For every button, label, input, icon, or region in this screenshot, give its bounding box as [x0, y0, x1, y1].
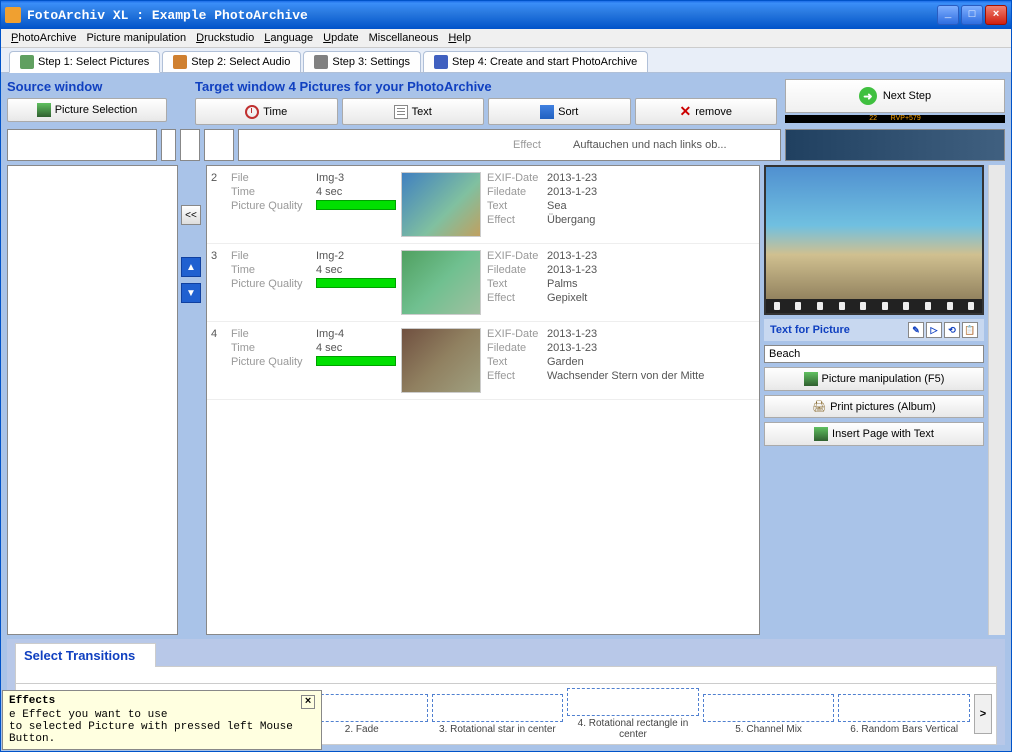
settings-icon [314, 55, 328, 69]
thumbnail [401, 328, 481, 393]
move-down-button[interactable]: ▼ [181, 283, 201, 303]
menu-druckstudio[interactable]: Druckstudio [196, 32, 254, 44]
select-transitions-head: Select Transitions [15, 643, 156, 667]
quality-bar [316, 356, 396, 366]
transition-item[interactable]: 5. Channel Mix [703, 694, 835, 735]
play-icon [434, 55, 448, 69]
picture-icon [804, 372, 818, 386]
spacer [161, 129, 176, 161]
picture-preview [764, 165, 984, 315]
row-partial: EffectAuftauchen und nach links ob... [238, 129, 781, 161]
source-file-list[interactable] [7, 165, 178, 635]
picture-selection-button[interactable]: Picture Selection [7, 98, 167, 122]
step-tabs: Step 1: Select Pictures Step 2: Select A… [1, 48, 1011, 73]
text-button[interactable]: Text [342, 98, 485, 125]
scroll-right-button[interactable]: > [974, 694, 992, 734]
transition-item[interactable]: 3. Rotational star in center [432, 694, 564, 735]
effects-tooltip: Effects× e Effect you want to use to sel… [2, 690, 322, 750]
move-left-button[interactable]: << [181, 205, 201, 225]
text-for-picture-head: Text for Picture [770, 324, 850, 336]
remove-icon: ✕ [680, 103, 692, 120]
thumbnail [401, 250, 481, 315]
app-icon [5, 7, 21, 23]
quality-bar [316, 278, 396, 288]
text-icon [394, 105, 408, 119]
spacer [180, 129, 200, 161]
source-list-top [7, 129, 157, 161]
print-pictures-button[interactable]: 🖨Print pictures (Album) [764, 395, 984, 418]
source-window-head: Source window [7, 79, 187, 94]
menu-help[interactable]: Help [448, 32, 471, 44]
transition-item[interactable]: 6. Random Bars Vertical [838, 694, 970, 735]
menu-photoarchive[interactable]: PhotoArchive [11, 32, 76, 44]
menu-miscellaneous[interactable]: Miscellaneous [369, 32, 439, 44]
spacer [204, 129, 234, 161]
tab-step1[interactable]: Step 1: Select Pictures [9, 51, 160, 73]
target-picture-list[interactable]: 2 FileImg-3 Time4 sec Picture Quality EX… [206, 165, 760, 635]
table-row[interactable]: 3 FileImg-2 Time4 sec Picture Quality EX… [207, 244, 759, 322]
menu-picture-manipulation[interactable]: Picture manipulation [86, 32, 186, 44]
remove-button[interactable]: ✕remove [635, 98, 778, 125]
quality-bar [316, 200, 396, 210]
tool-icon-3[interactable]: ⟲ [944, 322, 960, 338]
maximize-button[interactable]: □ [961, 5, 983, 25]
tab-step2[interactable]: Step 2: Select Audio [162, 51, 301, 72]
menu-update[interactable]: Update [323, 32, 358, 44]
minimize-button[interactable]: _ [937, 5, 959, 25]
menu-bar: PhotoArchive Picture manipulation Drucks… [1, 29, 1011, 48]
vertical-scrollbar[interactable] [988, 165, 1005, 635]
filmstrip-decoration: 22 RVP+579 [785, 115, 1005, 123]
tool-icon-1[interactable]: ✎ [908, 322, 924, 338]
tool-icon-4[interactable]: 📋 [962, 322, 978, 338]
clock-icon [245, 105, 259, 119]
next-step-button[interactable]: ➜Next Step [785, 79, 1005, 113]
tab-step3[interactable]: Step 3: Settings [303, 51, 421, 72]
thumbnail [401, 172, 481, 237]
table-row[interactable]: 4 FileImg-4 Time4 sec Picture Quality EX… [207, 322, 759, 400]
transition-preview-strip [15, 666, 997, 684]
printer-icon: 🖨 [812, 400, 826, 413]
picture-manipulation-button[interactable]: Picture manipulation (F5) [764, 367, 984, 391]
time-button[interactable]: Time [195, 98, 338, 125]
sort-icon [540, 105, 554, 119]
page-icon [814, 427, 828, 441]
move-up-button[interactable]: ▲ [181, 257, 201, 277]
sort-button[interactable]: Sort [488, 98, 631, 125]
title-bar: FotoArchiv XL : Example PhotoArchive _ □… [1, 1, 1011, 29]
table-row[interactable]: 2 FileImg-3 Time4 sec Picture Quality EX… [207, 166, 759, 244]
film-strip [766, 299, 982, 313]
tool-icon-2[interactable]: ▷ [926, 322, 942, 338]
target-window-head: Target window 4 Pictures for your PhotoA… [195, 79, 777, 94]
arrow-right-icon: ➜ [859, 87, 877, 105]
tooltip-close-button[interactable]: × [301, 695, 315, 709]
transition-item[interactable]: 4. Rotational rectangle in center [567, 688, 699, 740]
picture-icon [20, 55, 34, 69]
picture-icon [37, 103, 51, 117]
audio-icon [173, 55, 187, 69]
tab-step4[interactable]: Step 4: Create and start PhotoArchive [423, 51, 648, 72]
menu-language[interactable]: Language [264, 32, 313, 44]
insert-page-button[interactable]: Insert Page with Text [764, 422, 984, 446]
picture-text-input[interactable] [764, 345, 984, 363]
close-button[interactable]: × [985, 5, 1007, 25]
window-title: FotoArchiv XL : Example PhotoArchive [27, 8, 937, 23]
preview-top [785, 129, 1005, 161]
